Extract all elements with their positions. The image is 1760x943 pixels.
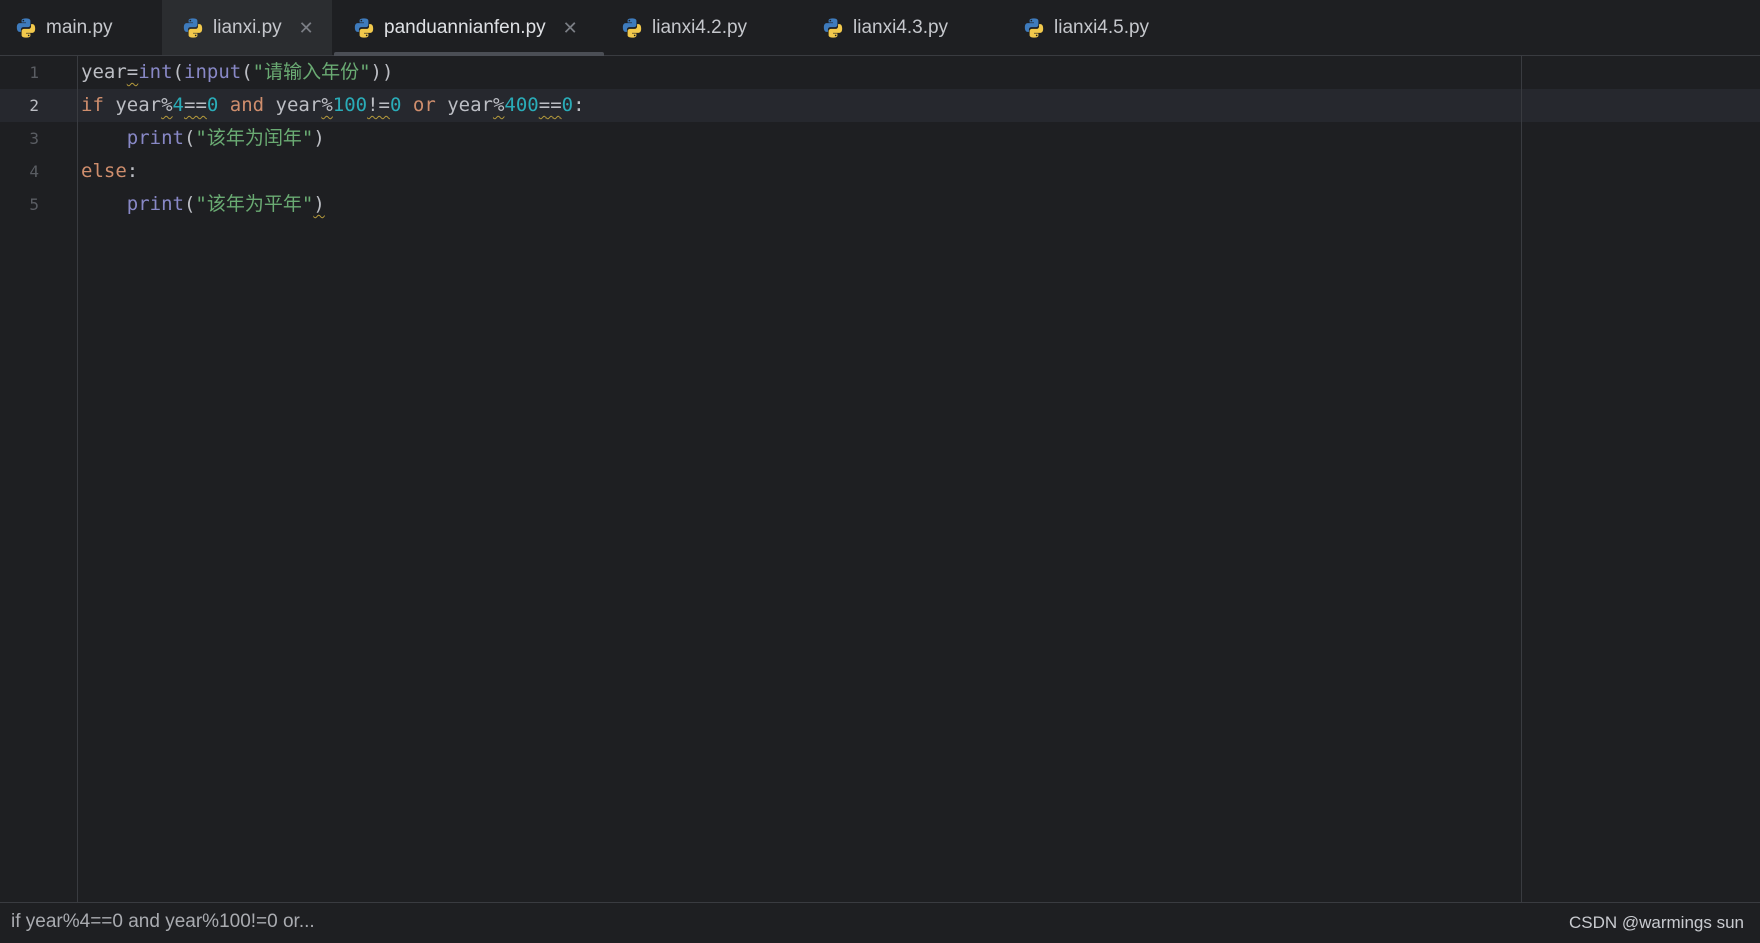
code-token: % [161,94,173,116]
breadcrumb[interactable]: if year%4==0 and year%100!=0 or... [11,903,315,941]
code-line[interactable]: print("该年为闰年") [81,122,325,155]
tab-lianxi4-3-py[interactable]: lianxi4.3.py [806,0,1006,55]
code-token: print [126,193,184,215]
code-token: % [321,94,333,116]
code-token: "该年为平年" [195,193,314,215]
code-line[interactable]: else: [81,155,138,188]
code-token: = [126,61,139,83]
python-file-icon [16,17,36,38]
code-token: % [492,94,505,116]
line-number: 5 [29,195,39,214]
line-number-current: 2 [29,96,39,115]
line-number: 1 [29,63,39,82]
tab-label: lianxi.py [213,16,282,38]
code-token: "该年为闰年" [195,127,314,149]
code-line[interactable]: if year%4==0 and year%100!=0 or year%400… [81,89,585,122]
code-token: != [367,94,390,116]
code-token: input [184,61,242,83]
tab-lianxi4-5-py[interactable]: lianxi4.5.py [1006,0,1206,55]
code-line[interactable]: print("该年为平年") [81,188,325,221]
close-icon[interactable]: ✕ [563,19,578,37]
code-token: 100 [332,94,368,116]
code-token: year [435,94,493,116]
right-margin-guide [1521,56,1522,902]
python-file-icon [823,17,843,38]
tab-label: main.py [46,16,113,38]
code-token: )) [370,61,394,83]
code-token: or [401,94,436,116]
close-icon[interactable]: ✕ [299,19,314,37]
code-token: 0 [206,94,219,116]
tab-label: lianxi4.5.py [1054,16,1150,38]
code-token: "请输入年份" [252,61,371,83]
code-token: year [264,94,322,116]
code-token: == [538,94,562,116]
code-token: year [103,94,162,116]
code-token: ) [313,193,325,215]
code-token: 400 [504,94,539,116]
code-editor[interactable]: 1 2 3 4 5 year=int(input("请输入年份")) if ye… [0,56,1760,902]
python-file-icon [354,17,374,38]
tab-lianxi4-2-py[interactable]: lianxi4.2.py [606,0,806,55]
code-token: else [81,160,127,182]
code-token: ( [183,127,196,149]
code-token: 0 [389,94,402,116]
status-bar: if year%4==0 and year%100!=0 or... CSDN … [0,902,1760,943]
code-line[interactable]: year=int(input("请输入年份")) [81,56,393,89]
code-token: ( [172,61,184,83]
code-token: : [126,160,139,182]
watermark: CSDN @warmings sun [1568,913,1744,932]
code-token: ) [313,127,325,149]
python-file-icon [183,17,203,38]
tab-main-py[interactable]: main.py [0,0,160,55]
code-token: 0 [561,94,574,116]
code-token: == [184,94,207,116]
code-token: : [573,94,585,116]
line-number: 3 [29,129,39,148]
editor-tab-bar: main.py lianxi.py ✕ panduannianfen.py ✕ … [0,0,1760,56]
tab-panduannianfen-py[interactable]: panduannianfen.py ✕ [334,0,604,56]
tab-lianxi-py[interactable]: lianxi.py ✕ [162,0,332,55]
tab-label: lianxi4.3.py [853,16,949,38]
code-token: year [81,61,127,83]
code-token: print [126,127,184,149]
python-file-icon [622,17,642,38]
tab-label: panduannianfen.py [384,16,546,38]
code-token: ( [241,61,253,83]
code-token: 4 [172,94,184,116]
line-number: 4 [29,162,39,181]
code-token: int [138,61,173,83]
code-area[interactable]: year=int(input("请输入年份")) if year%4==0 an… [81,56,1521,902]
code-token: and [218,94,265,116]
code-token: if [81,94,104,116]
code-token: ( [183,193,196,215]
line-number-gutter[interactable]: 1 2 3 4 5 [0,56,78,902]
python-file-icon [1024,17,1044,38]
tab-label: lianxi4.2.py [652,16,748,38]
